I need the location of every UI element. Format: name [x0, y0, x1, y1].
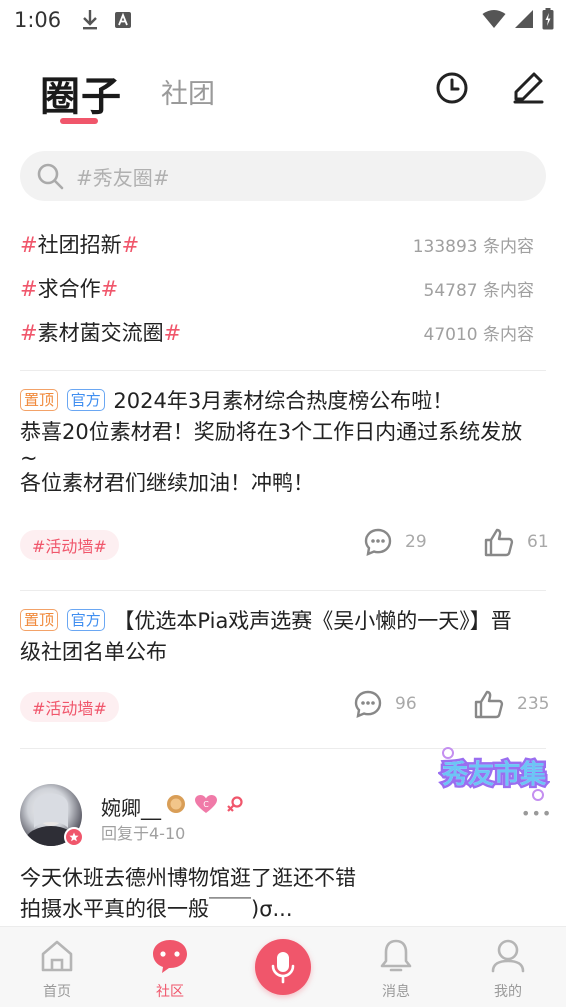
topic-name: #社团招新# [20, 233, 140, 257]
signal-icon [515, 10, 533, 28]
topic-name: #求合作# [20, 277, 119, 301]
search-bar[interactable]: #秀友圈# [20, 151, 546, 201]
thumbs-up-icon [484, 528, 514, 557]
download-icon [83, 10, 98, 30]
reply-time: 回复于4-10 [101, 824, 186, 843]
tab-active-indicator [60, 118, 98, 124]
nav-community[interactable]: 社区 [130, 927, 210, 1007]
tab-circle[interactable]: 圈子 [40, 64, 122, 122]
compose-button[interactable] [508, 68, 548, 108]
search-icon [37, 163, 64, 190]
official-badge: 官方 [66, 609, 105, 631]
topic-row[interactable]: #社团招新# 133893 条内容 [20, 229, 534, 259]
heart-icon: C [195, 795, 217, 813]
wifi-icon [482, 10, 506, 28]
status-bar: 1:06 [0, 0, 566, 40]
nav-label: 社区 [156, 984, 184, 1000]
topic-count: 54787 条内容 [423, 280, 534, 301]
post-title-line: 置顶 官方 2024年3月素材综合热度榜公布啦！ [20, 386, 550, 417]
comment-button[interactable]: 29 [363, 527, 427, 557]
reply-text-line: 今天休班去德州博物馆逛了逛还不错 [20, 866, 356, 890]
nav-label: 消息 [382, 984, 410, 1000]
comment-count: 29 [405, 532, 427, 552]
divider [20, 370, 546, 371]
header: 圈子 社团 [0, 60, 566, 130]
female-icon [227, 796, 243, 812]
tag-chip[interactable]: #活动墙# [20, 530, 119, 560]
post-title: 【优选本Pia戏声选赛《吴小懒的一天》】晋 [113, 609, 512, 633]
font-a-icon [115, 12, 132, 28]
post-title-line: 级社团名单公布 [20, 640, 167, 664]
search-placeholder: #秀友圈# [76, 165, 170, 190]
pen-icon [513, 72, 544, 104]
topic-row[interactable]: #素材菌交流圈# 47010 条内容 [20, 317, 534, 347]
microphone-icon [271, 952, 295, 984]
topic-row[interactable]: #求合作# 54787 条内容 [20, 273, 534, 303]
battery-icon [542, 8, 554, 30]
avatar-badge [64, 827, 84, 847]
voice-button[interactable] [255, 939, 311, 995]
topic-name: #素材菌交流圈# [20, 321, 182, 345]
post-body-line: 各位素材君们继续加油！冲鸭！ [20, 471, 314, 495]
nav-label: 首页 [43, 984, 71, 1000]
pinned-badge: 置顶 [20, 389, 59, 411]
market-logo-button[interactable]: 秀友市集 秀友市集 [438, 745, 550, 803]
comment-count: 96 [395, 694, 417, 714]
home-icon [41, 940, 73, 972]
star-icon [69, 832, 79, 842]
like-button[interactable]: 235 [473, 689, 549, 719]
post-content[interactable]: 置顶 官方 2024年3月素材综合热度榜公布啦！ 恭喜20位素材君！奖励将在3个… [20, 386, 550, 499]
user-badges: C [166, 794, 244, 814]
nav-messages[interactable]: 消息 [356, 927, 436, 1007]
comment-button[interactable]: 96 [353, 689, 417, 719]
like-count: 61 [527, 532, 549, 552]
pinned-badge: 置顶 [20, 609, 59, 631]
official-badge: 官方 [66, 389, 105, 411]
nav-home[interactable]: 首页 [17, 927, 97, 1007]
reply-text-line: 拍摄水平真的很一般￣￣)σ... [20, 897, 293, 921]
svg-text:C: C [203, 800, 209, 809]
reply-content[interactable]: 今天休班去德州博物馆逛了逛还不错 拍摄水平真的很一般￣￣)σ... [20, 863, 550, 925]
thumbs-up-icon [474, 690, 504, 719]
post-body-line: 恭喜20位素材君！奖励将在3个工作日内通过系统发放 [20, 420, 523, 444]
topic-count: 133893 条内容 [412, 236, 534, 257]
status-time: 1:06 [14, 8, 62, 32]
divider [20, 590, 546, 591]
like-count: 235 [517, 694, 550, 714]
comment-icon [364, 528, 392, 556]
level-icon [167, 795, 185, 813]
topic-count: 47010 条内容 [423, 324, 534, 345]
user-name[interactable]: 婉卿__ [101, 792, 161, 821]
svg-text:秀友市集: 秀友市集 [441, 759, 547, 790]
tag-chip[interactable]: #活动墙# [20, 692, 119, 722]
market-logo: 秀友市集 秀友市集 [438, 747, 549, 801]
tab-club[interactable]: 社团 [161, 72, 215, 111]
more-options-button[interactable]: ••• [521, 804, 552, 823]
nav-mine[interactable]: 我的 [468, 927, 548, 1007]
community-icon [153, 940, 187, 973]
user-icon [491, 939, 525, 973]
history-button[interactable] [432, 68, 472, 108]
post-body-line: ~ [20, 446, 38, 470]
like-button[interactable]: 61 [483, 527, 549, 557]
post-title: 2024年3月素材综合热度榜公布啦！ [113, 389, 454, 413]
nav-label: 我的 [494, 984, 522, 1000]
post-content[interactable]: 置顶 官方 【优选本Pia戏声选赛《吴小懒的一天》】晋 级社团名单公布 [20, 606, 550, 668]
clock-icon [436, 72, 468, 104]
post-title-line: 置顶 官方 【优选本Pia戏声选赛《吴小懒的一天》】晋 [20, 606, 550, 637]
comment-icon [354, 690, 382, 718]
bell-icon [380, 939, 412, 972]
